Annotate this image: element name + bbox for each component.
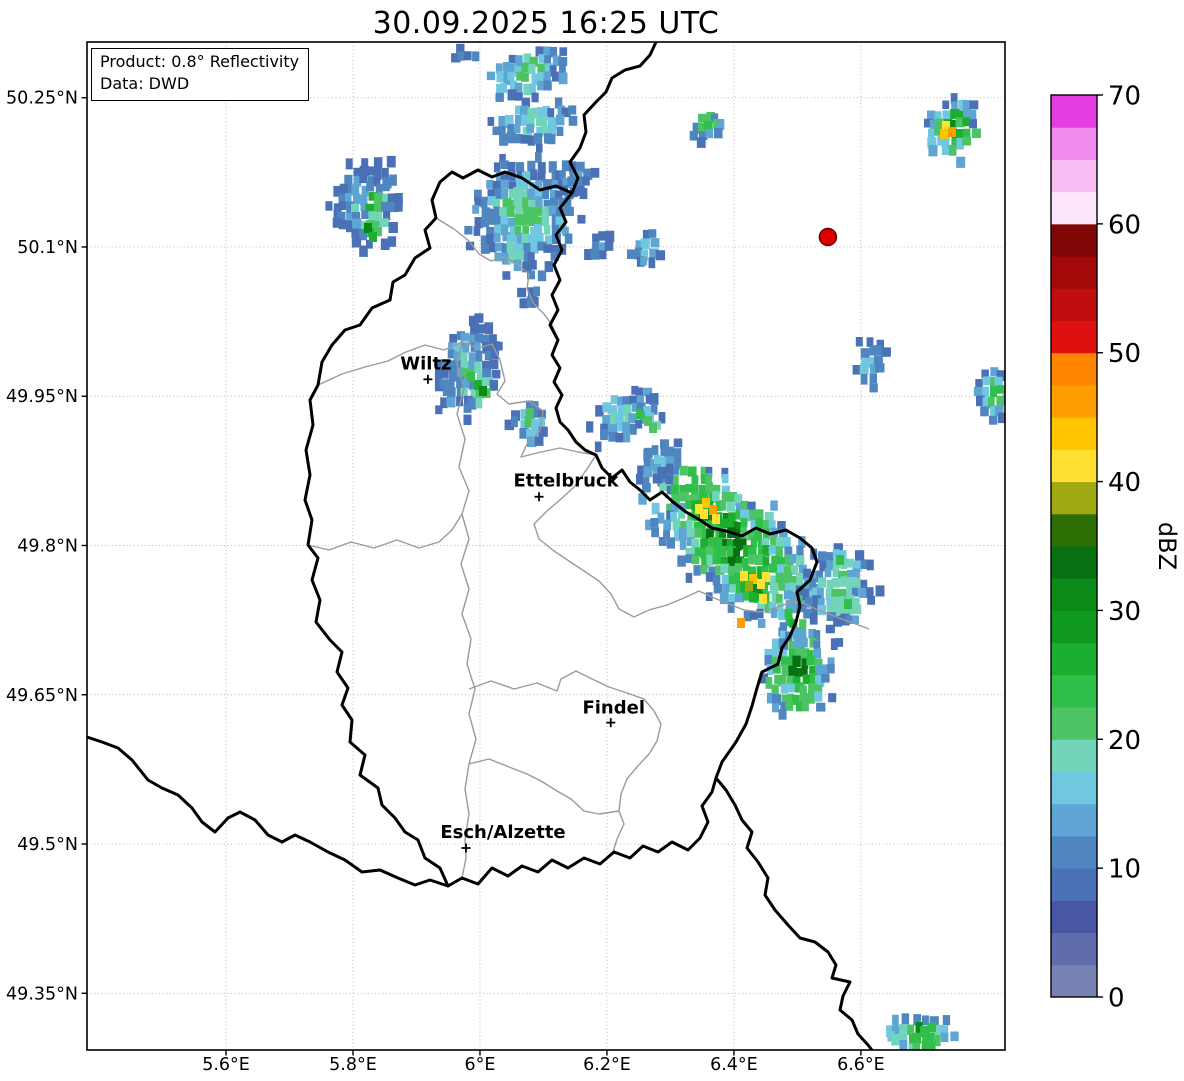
lat-tick-label: 49.5°N xyxy=(17,835,78,855)
echo-storm-south xyxy=(759,622,844,720)
echo-ne-small xyxy=(689,111,725,148)
colorbar-tick-label: 0 xyxy=(1108,984,1125,1014)
city-marker-ettelbruck xyxy=(534,492,544,502)
echo-top-tiny xyxy=(451,43,480,63)
echo-west xyxy=(325,155,403,257)
city-label: Esch/Alzette xyxy=(440,822,565,843)
echo-north-mid xyxy=(487,97,578,153)
lon-tick-label: 6.6°E xyxy=(837,1055,885,1075)
district-border-line xyxy=(307,513,463,551)
radar-echoes xyxy=(325,43,1005,1050)
lon-tick-label: 6.4°E xyxy=(710,1055,758,1075)
city-label: Findel xyxy=(582,698,645,719)
colorbar-tick-label: 20 xyxy=(1108,726,1141,756)
echo-storm-east-lobe xyxy=(795,543,885,634)
radar-location-dot xyxy=(818,227,838,247)
colorbar-tick-label: 30 xyxy=(1108,597,1141,627)
country-border-line xyxy=(714,776,874,1050)
lon-tick-label: 5.6°E xyxy=(202,1055,250,1075)
map-plot: Wiltz Ettelbruck Findel Esch/Alzette 5.6°E 5.… xyxy=(6,41,1181,1075)
echo-east-edge xyxy=(973,367,1005,425)
colorbar-tick-label: 40 xyxy=(1108,468,1141,498)
lon-tick-label: 5.8°E xyxy=(329,1055,377,1075)
lat-tick-label: 49.65°N xyxy=(6,686,78,706)
lat-tick-label: 50.1°N xyxy=(17,238,78,258)
country-border-line xyxy=(87,735,450,888)
echo-north-east-small xyxy=(627,229,666,269)
echo-east-small xyxy=(852,337,891,393)
echo-south-edge xyxy=(886,1013,959,1050)
city-marker-wiltz xyxy=(423,374,433,384)
echo-north-gap xyxy=(584,230,615,260)
city-marker-eschalzette xyxy=(461,843,471,853)
district-border-line xyxy=(468,758,620,815)
colorbar-tick-label: 10 xyxy=(1108,855,1141,885)
colorbar-tick-label: 70 xyxy=(1108,82,1141,112)
lat-tick-label: 50.25°N xyxy=(6,89,78,109)
lat-tick-label: 49.8°N xyxy=(17,537,78,557)
radar-figure: 30.09.2025 16:25 UTC Product: 0.8° Refle… xyxy=(0,0,1184,1081)
product-info-box: Product: 0.8° Reflectivity Data: DWD xyxy=(91,48,310,101)
figure-title: 30.09.2025 16:25 UTC xyxy=(372,6,720,41)
product-info-line1: Product: 0.8° Reflectivity xyxy=(100,52,300,71)
echo-north-stray xyxy=(517,286,540,309)
city-label: Wiltz xyxy=(400,353,451,374)
lon-tick-label: 6.2°E xyxy=(583,1055,631,1075)
echo-sure-valley xyxy=(586,385,666,453)
lon-tick-label: 6°E xyxy=(464,1055,495,1075)
colorbar-unit-label: dBZ xyxy=(1153,522,1181,570)
echo-northeast-cell xyxy=(924,93,981,168)
lat-tick-label: 49.35°N xyxy=(6,984,78,1004)
city-label: Ettelbruck xyxy=(513,471,619,492)
colorbar-tick-label: 50 xyxy=(1108,339,1141,369)
echo-top-north-a xyxy=(486,46,568,103)
lat-tick-label: 49.95°N xyxy=(6,387,78,407)
city-marker-findel xyxy=(606,718,616,728)
colorbar-tick-label: 60 xyxy=(1108,210,1141,240)
colorbar: 0 10 20 30 40 50 60 70 dBZ xyxy=(1050,82,1181,1014)
product-info-line2: Data: DWD xyxy=(100,74,190,94)
